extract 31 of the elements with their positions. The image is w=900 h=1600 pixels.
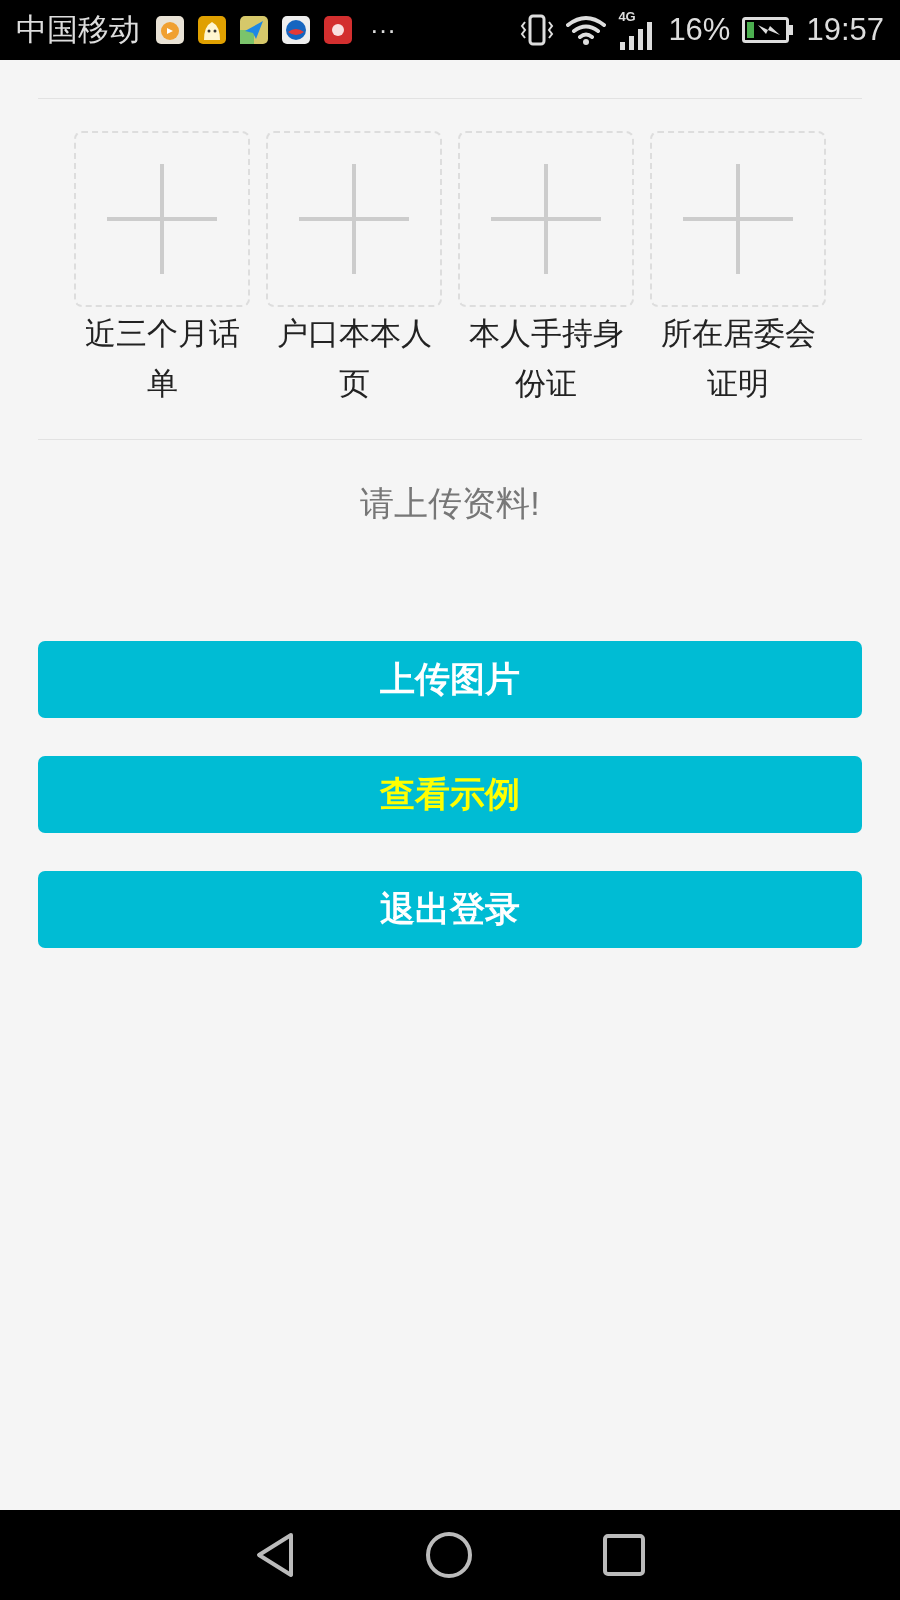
- plus-icon: [107, 164, 217, 274]
- back-icon[interactable]: [255, 1532, 295, 1578]
- network-type: 4G: [618, 10, 636, 23]
- plus-icon: [683, 164, 793, 274]
- battery-percent: 16%: [668, 10, 731, 49]
- plus-icon: [299, 164, 409, 274]
- document-label: 本人手持身份证: [467, 315, 625, 403]
- action-button[interactable]: 上传图片: [38, 641, 862, 718]
- add-photo-button[interactable]: [458, 131, 634, 307]
- globe-app-icon: [282, 16, 310, 44]
- add-photo-button[interactable]: [650, 131, 826, 307]
- recent-apps-icon[interactable]: [603, 1534, 645, 1576]
- clock-time: 19:57: [806, 10, 884, 49]
- add-photo-button[interactable]: [266, 131, 442, 307]
- document-label: 所在居委会证明: [659, 315, 817, 403]
- add-photo-button[interactable]: [74, 131, 250, 307]
- signal-icon: [620, 22, 655, 50]
- home-icon[interactable]: [425, 1531, 473, 1579]
- upload-prompt: 请上传资料!: [360, 483, 540, 524]
- face-app-icon: [198, 16, 226, 44]
- vibrate-icon: [520, 14, 555, 46]
- action-button[interactable]: 退出登录: [38, 871, 862, 948]
- document-label: 近三个月话单: [83, 315, 241, 403]
- wifi-icon: [566, 15, 607, 45]
- carrier-name: 中国移动: [16, 10, 140, 49]
- more-notifications: ···: [370, 17, 396, 43]
- map-app-icon: [240, 16, 268, 44]
- action-button[interactable]: 查看示例: [38, 756, 862, 833]
- document-label: 户口本本人页: [275, 315, 433, 403]
- plus-icon: [491, 164, 601, 274]
- battery-charging-icon: [742, 17, 795, 43]
